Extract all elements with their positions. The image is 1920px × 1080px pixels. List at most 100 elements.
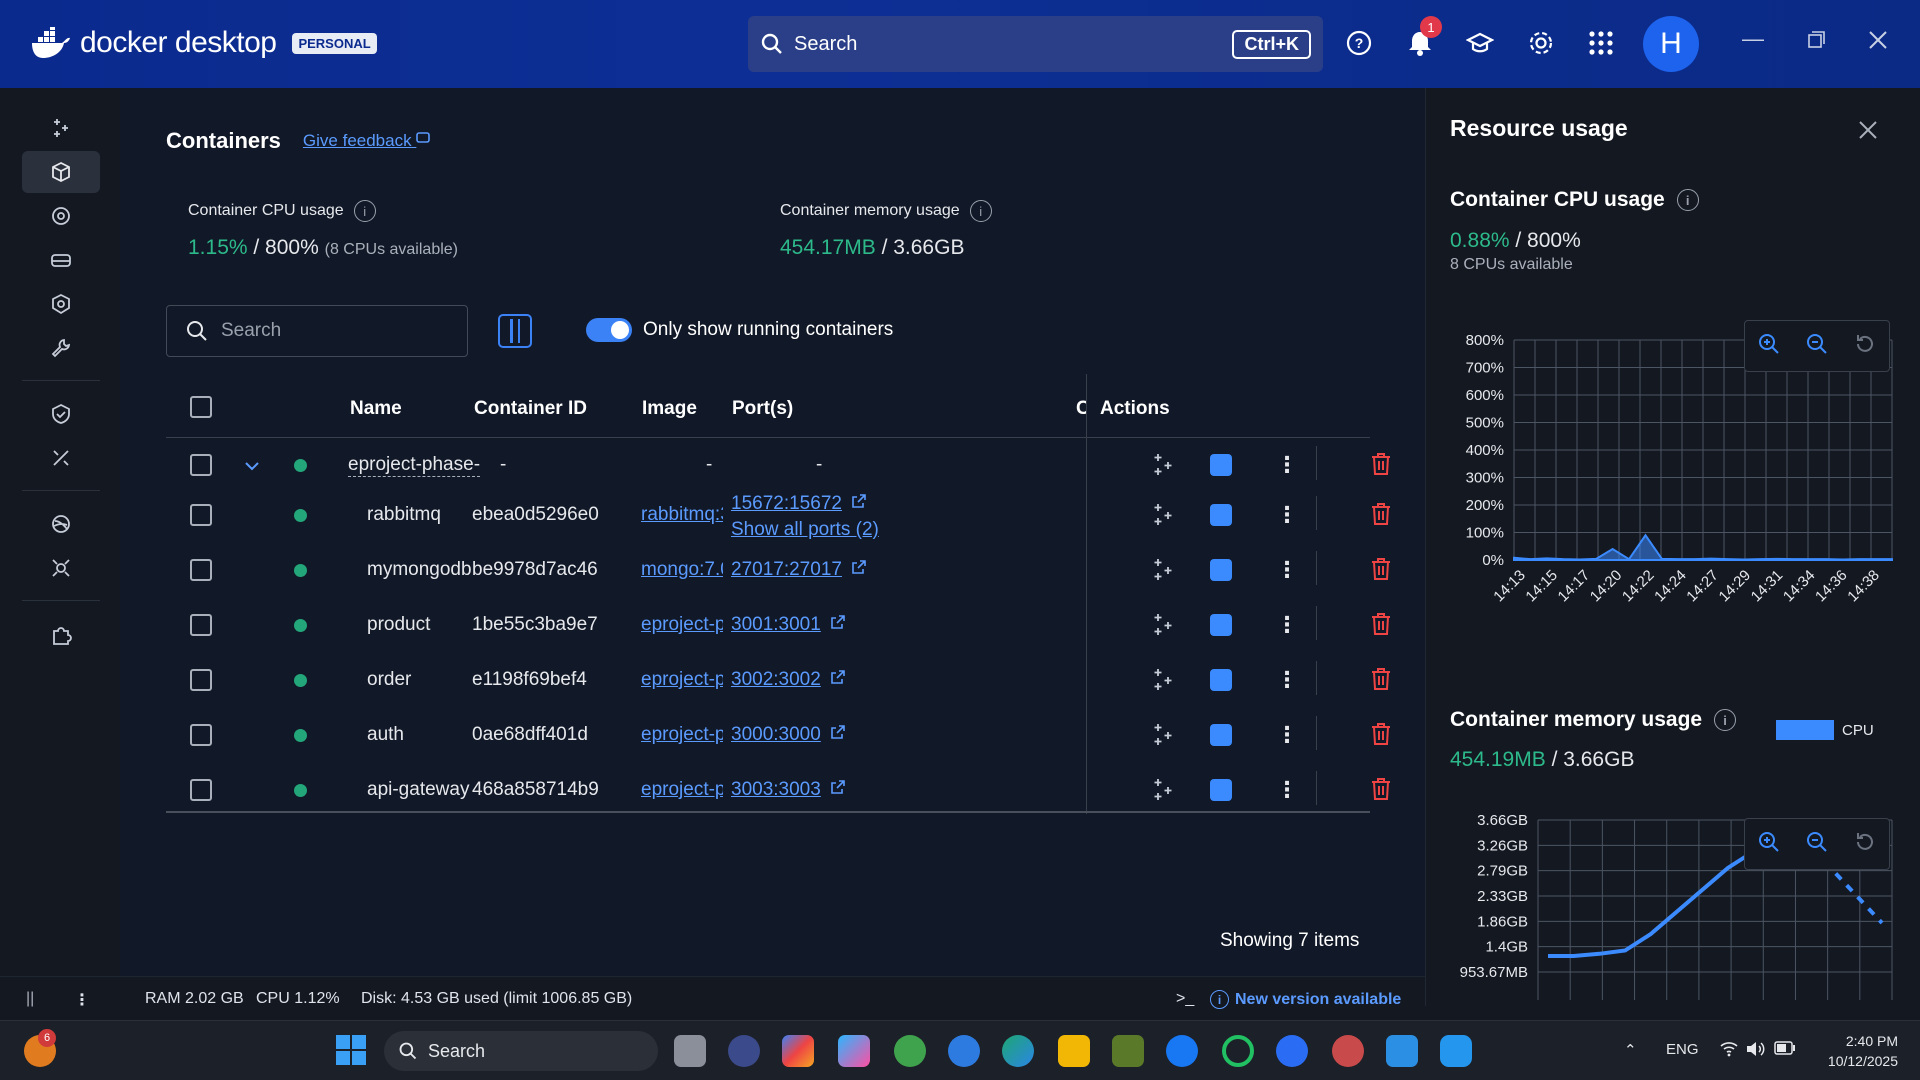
microsoft-365-icon[interactable] <box>838 1035 870 1067</box>
container-name[interactable]: api-gateway <box>367 779 469 801</box>
close-window-icon[interactable] <box>1868 30 1888 56</box>
row-checkbox[interactable] <box>190 614 212 636</box>
ask-gordon-icon[interactable] <box>1150 667 1176 693</box>
external-link-icon[interactable] <box>851 493 867 509</box>
settings-gear-icon[interactable] <box>1524 26 1558 60</box>
new-version-link[interactable]: i New version available <box>1210 990 1401 1009</box>
stop-container-button[interactable] <box>1210 779 1232 801</box>
extensions-grid-icon[interactable] <box>1584 26 1618 60</box>
stop-container-button[interactable] <box>1210 724 1232 746</box>
row-checkbox[interactable] <box>190 504 212 526</box>
give-feedback-link[interactable]: Give feedback <box>303 131 432 151</box>
delete-trash-icon[interactable] <box>1370 452 1392 476</box>
show-all-ports-link[interactable]: Show all ports (2) <box>731 519 879 541</box>
messenger-icon[interactable] <box>1276 1035 1308 1067</box>
row-checkbox[interactable] <box>190 559 212 581</box>
container-search-input[interactable] <box>221 320 441 342</box>
stop-container-button[interactable] <box>1210 504 1232 526</box>
taskbar-search[interactable]: Search <box>384 1031 658 1071</box>
facebook-icon[interactable] <box>1166 1035 1198 1067</box>
external-link-icon[interactable] <box>830 614 846 630</box>
task-view-icon[interactable] <box>674 1035 706 1067</box>
container-name[interactable]: rabbitmq <box>367 504 441 526</box>
help-icon[interactable]: ? <box>1342 26 1376 60</box>
port-link[interactable]: 3000:3000 <box>731 724 821 745</box>
input-language[interactable]: ENG <box>1666 1041 1699 1058</box>
row-checkbox[interactable] <box>190 779 212 801</box>
delete-trash-icon[interactable] <box>1370 612 1392 636</box>
battery-icon[interactable] <box>1774 1041 1796 1059</box>
account-avatar[interactable]: H <box>1643 16 1699 72</box>
delete-trash-icon[interactable] <box>1370 667 1392 691</box>
external-link-icon[interactable] <box>830 669 846 685</box>
stop-container-button[interactable] <box>1210 669 1232 691</box>
table-row[interactable]: api-gateway 468a858714b9 eproject-ph 300… <box>166 763 1390 818</box>
column-image[interactable]: Image <box>642 398 697 420</box>
nav-images-icon[interactable] <box>22 195 100 237</box>
stop-container-button[interactable] <box>1210 454 1232 476</box>
wifi-icon[interactable] <box>1720 1041 1738 1061</box>
running-only-toggle[interactable] <box>586 318 632 342</box>
image-link[interactable]: eproject-ph <box>641 724 723 746</box>
reset-zoom-icon[interactable] <box>1853 332 1877 361</box>
more-actions-icon[interactable]: ⋮ <box>1276 722 1298 748</box>
system-clock[interactable]: 2:40 PM 10/12/2025 <box>1818 1031 1898 1071</box>
zoom-out-icon[interactable] <box>1805 332 1829 361</box>
external-link-icon[interactable] <box>830 724 846 740</box>
edge-icon[interactable] <box>1002 1035 1034 1067</box>
stop-container-button[interactable] <box>1210 559 1232 581</box>
table-row[interactable]: mymongodb be9978d7ac46 mongo:7.0 27017:2… <box>166 543 1390 598</box>
delete-trash-icon[interactable] <box>1370 722 1392 746</box>
snipping-tool-icon[interactable] <box>1112 1035 1144 1067</box>
windows-start-icon[interactable] <box>336 1035 366 1070</box>
stop-container-button[interactable] <box>1210 614 1232 636</box>
copilot-icon[interactable] <box>782 1035 814 1067</box>
compose-group-row[interactable]: eproject-phase- - - - ⋮ <box>166 438 1390 488</box>
app-icon[interactable] <box>1332 1035 1364 1067</box>
chevron-down-icon[interactable] <box>244 460 260 472</box>
delete-trash-icon[interactable] <box>1370 777 1392 801</box>
nav-builds-wrench-icon[interactable] <box>22 327 100 369</box>
nav-containers-icon[interactable] <box>22 151 100 193</box>
info-icon[interactable]: i <box>1714 709 1737 731</box>
columns-toggle-icon[interactable] <box>498 314 532 348</box>
image-link[interactable]: eproject-ph <box>641 669 723 691</box>
port-link[interactable]: 15672:15672 <box>731 493 842 514</box>
container-search[interactable] <box>166 305 468 357</box>
info-icon[interactable]: i <box>969 200 992 222</box>
terminal-icon[interactable]: >_ <box>1176 990 1194 1008</box>
select-all-checkbox[interactable] <box>190 396 212 418</box>
vscode-icon[interactable] <box>1386 1035 1418 1067</box>
table-row[interactable]: auth 0ae68dff401d eproject-ph 3000:3000 … <box>166 708 1390 763</box>
ask-gordon-icon[interactable] <box>1150 612 1176 638</box>
more-menu-icon[interactable]: ⋮ <box>74 990 90 1010</box>
info-icon[interactable]: i <box>353 200 376 222</box>
container-name[interactable]: product <box>367 614 430 636</box>
docker-logo[interactable]: docker desktop PERSONAL <box>30 26 377 60</box>
close-panel-icon[interactable] <box>1858 116 1878 147</box>
group-name[interactable]: eproject-phase- <box>348 454 481 477</box>
show-hidden-icons-chevron-icon[interactable]: ⌃ <box>1624 1041 1637 1059</box>
column-cpu[interactable]: C <box>1076 398 1086 420</box>
more-actions-icon[interactable]: ⋮ <box>1276 777 1298 803</box>
column-name[interactable]: Name <box>350 398 402 420</box>
ask-gordon-icon[interactable] <box>1150 722 1176 748</box>
delete-trash-icon[interactable] <box>1370 557 1392 581</box>
row-checkbox[interactable] <box>190 669 212 691</box>
ask-gordon-icon[interactable] <box>1150 452 1176 478</box>
more-actions-icon[interactable]: ⋮ <box>1276 612 1298 638</box>
column-ports[interactable]: Port(s) <box>732 398 793 420</box>
image-link[interactable]: mongo:7.0 <box>641 559 723 581</box>
port-link[interactable]: 3002:3002 <box>731 669 821 690</box>
chrome-icon[interactable] <box>894 1035 926 1067</box>
more-actions-icon[interactable]: ⋮ <box>1276 557 1298 583</box>
more-actions-icon[interactable]: ⋮ <box>1276 667 1298 693</box>
nav-kubernetes-icon[interactable] <box>22 283 100 325</box>
column-container-id[interactable]: Container ID <box>474 398 587 420</box>
learning-center-icon[interactable] <box>1463 26 1497 60</box>
file-explorer-icon[interactable] <box>1058 1035 1090 1067</box>
nav-volumes-icon[interactable] <box>22 239 100 281</box>
ask-gordon-icon[interactable] <box>1150 557 1176 583</box>
eclipse-icon[interactable] <box>728 1035 760 1067</box>
nav-extensions-puzzle-icon[interactable] <box>22 614 100 656</box>
